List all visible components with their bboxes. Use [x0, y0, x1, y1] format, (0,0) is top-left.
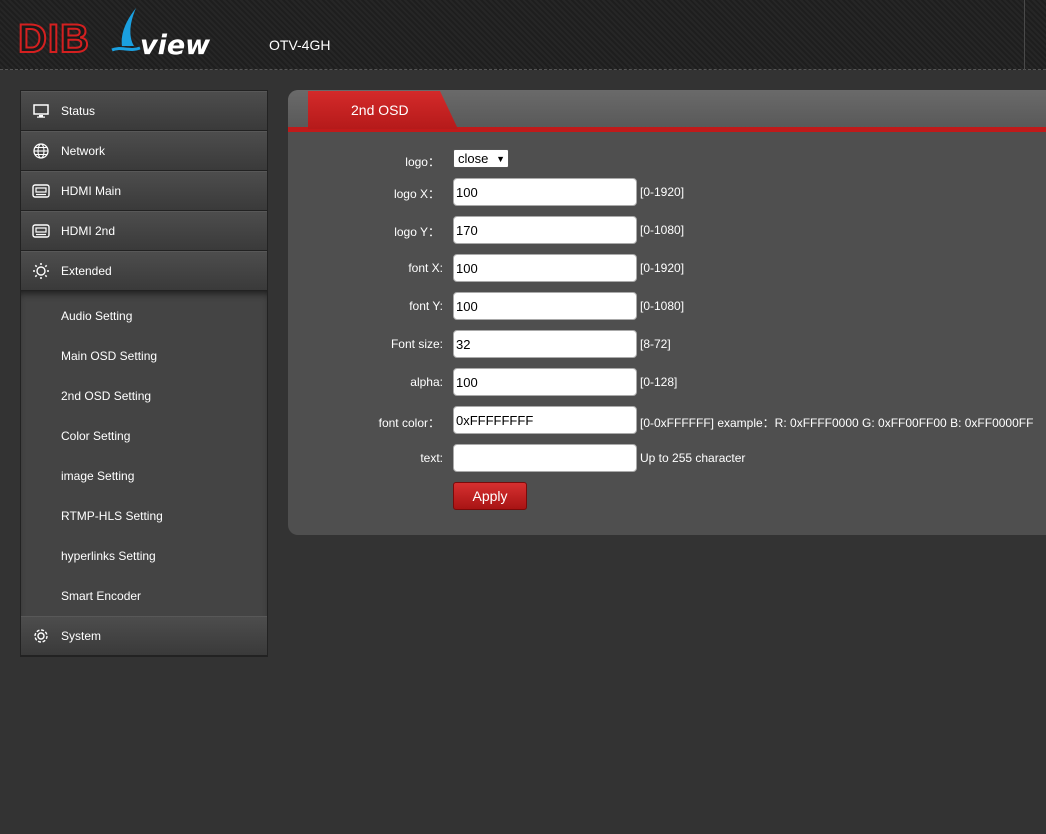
- sidebar-item-label: HDMI 2nd: [61, 224, 116, 238]
- font-color-input[interactable]: [453, 406, 637, 434]
- submenu-item-image[interactable]: image Setting: [21, 456, 267, 496]
- font-y-label: font Y:: [409, 299, 443, 313]
- submenu-item-2nd-osd[interactable]: 2nd OSD Setting: [21, 376, 267, 416]
- submenu-item-audio[interactable]: Audio Setting: [21, 296, 267, 336]
- alpha-input[interactable]: [453, 368, 637, 396]
- text-limit-hint: Up to 255 character: [640, 451, 746, 465]
- osd-settings-panel: 2nd OSD logo： close ▼ logo X： [0-1920] l…: [288, 90, 1046, 535]
- chevron-down-icon: ▼: [496, 153, 505, 164]
- alpha-range: [0-128]: [640, 375, 678, 389]
- logo-label: logo：: [405, 155, 440, 169]
- logo-view-text: view: [140, 30, 211, 61]
- logo-y-input[interactable]: [453, 216, 637, 244]
- font-color-label: font color：: [378, 416, 440, 430]
- sun-gear-icon: [21, 262, 61, 280]
- text-input[interactable]: [453, 444, 637, 472]
- font-y-input[interactable]: [453, 292, 637, 320]
- logo-select-value: close: [458, 151, 489, 166]
- font-size-label: Font size:: [390, 337, 443, 351]
- device-model: OTV-4GH: [269, 37, 331, 53]
- top-header: DIB view OTV-4GH: [0, 0, 1046, 70]
- logo-dib-text: DIB: [17, 17, 90, 61]
- text-label: text:: [420, 451, 443, 465]
- logo-x-range: [0-1920]: [640, 185, 685, 199]
- submenu-item-main-osd[interactable]: Main OSD Setting: [21, 336, 267, 376]
- sidebar-item-hdmi-main[interactable]: HDMI Main: [21, 171, 267, 211]
- sidebar: Status Network HDMI Main HDMI 2nd Extend…: [20, 90, 268, 657]
- apply-button[interactable]: Apply: [453, 482, 527, 510]
- header-divider: [1024, 0, 1046, 70]
- font-size-input[interactable]: [453, 330, 637, 358]
- font-x-input[interactable]: [453, 254, 637, 282]
- font-color-range: [0-0xFFFFFF] example：R: 0xFFFF0000 G: 0x…: [640, 416, 1034, 430]
- font-size-range: [8-72]: [640, 337, 671, 351]
- hdmi-icon: [21, 184, 61, 198]
- logo-x-input[interactable]: [453, 178, 637, 206]
- font-x-range: [0-1920]: [640, 261, 685, 275]
- sidebar-item-label: System: [61, 629, 102, 643]
- sidebar-item-system[interactable]: System: [21, 616, 267, 656]
- submenu-item-color[interactable]: Color Setting: [21, 416, 267, 456]
- alpha-label: alpha:: [410, 375, 443, 389]
- font-x-label: font X:: [408, 261, 443, 275]
- font-y-range: [0-1080]: [640, 299, 685, 313]
- tab-2nd-osd[interactable]: 2nd OSD: [308, 91, 458, 129]
- monitor-icon: [21, 104, 61, 118]
- sidebar-item-label: HDMI Main: [61, 184, 122, 198]
- logo-select[interactable]: close ▼: [453, 149, 509, 168]
- sidebar-item-label: Network: [61, 144, 106, 158]
- sidebar-item-extended[interactable]: Extended: [21, 251, 267, 291]
- submenu-item-hyperlinks[interactable]: hyperlinks Setting: [21, 536, 267, 576]
- logo-y-label: logo Y：: [394, 225, 440, 239]
- gear-icon: [21, 627, 61, 645]
- sidebar-item-label: Status: [61, 104, 96, 118]
- submenu-item-smart-encoder[interactable]: Smart Encoder: [21, 576, 267, 616]
- extended-submenu: Audio Setting Main OSD Setting 2nd OSD S…: [21, 291, 267, 617]
- sidebar-item-hdmi-2nd[interactable]: HDMI 2nd: [21, 211, 267, 251]
- sidebar-item-network[interactable]: Network: [21, 131, 267, 171]
- hdmi-icon: [21, 224, 61, 238]
- submenu-item-rtmp-hls[interactable]: RTMP-HLS Setting: [21, 496, 267, 536]
- globe-icon: [21, 143, 61, 159]
- dibview-logo: DIB view: [17, 6, 211, 62]
- logo-x-label: logo X：: [393, 187, 440, 201]
- sidebar-item-status[interactable]: Status: [21, 91, 267, 131]
- sidebar-item-label: Extended: [61, 264, 112, 278]
- logo-y-range: [0-1080]: [640, 223, 685, 237]
